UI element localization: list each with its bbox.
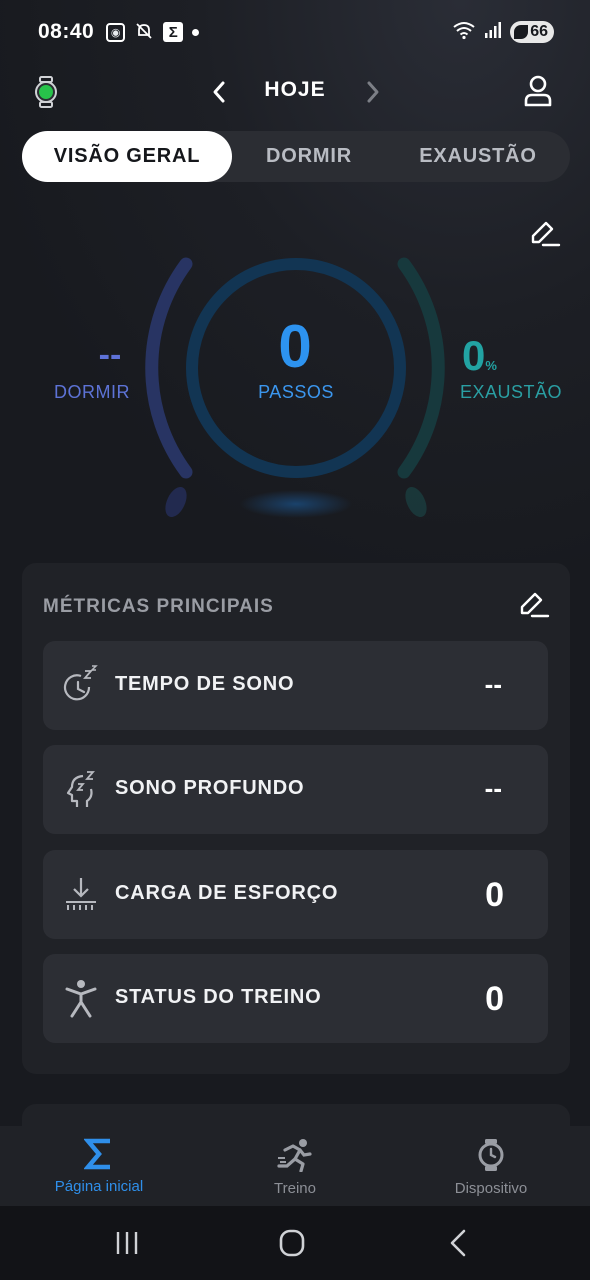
metric-row-sleep-time[interactable]: TEMPO DE SONO -- <box>43 641 548 730</box>
exhaustion-value: 0% <box>462 332 522 380</box>
sleep-label: DORMIR <box>54 382 130 402</box>
metric-label: CARGA DE ESFORÇO <box>115 882 339 904</box>
metric-value: -- <box>484 773 502 803</box>
sleep-value: -- <box>98 336 122 374</box>
chevron-right-icon[interactable] <box>358 74 388 110</box>
wifi-icon <box>452 20 476 45</box>
key-metrics-card: MÉTRICAS PRINCIPAIS TEMPO DE SONO -- SON… <box>22 563 570 1074</box>
status-icons-right: 66 <box>452 20 554 45</box>
dot-icon <box>192 28 200 36</box>
tab-visao-geral[interactable]: VISÃO GERAL <box>22 131 232 182</box>
recent-apps-icon[interactable] <box>108 1228 148 1258</box>
exhaustion-number: 0 <box>462 332 486 379</box>
nav-device[interactable]: Dispositivo <box>416 1134 566 1197</box>
summary-gauge[interactable]: -- DORMIR 0 PASSOS 0% EXAUSTÃO <box>0 240 590 540</box>
bottom-nav: Página inicial Treino Dispositivo <box>0 1126 590 1206</box>
screenshot-icon: ◉ <box>106 22 126 42</box>
metric-value: 0 <box>485 876 504 914</box>
tab-bar: VISÃO GERAL DORMIR EXAUSTÃO <box>22 131 570 182</box>
sleep-clock-icon <box>63 665 99 705</box>
metric-value: 0 <box>485 980 504 1018</box>
effort-load-icon <box>63 874 99 914</box>
tab-dormir[interactable]: DORMIR <box>232 131 386 182</box>
exhaustion-unit: % <box>485 358 497 373</box>
nav-training-label: Treino <box>274 1180 316 1197</box>
watch-device-icon <box>478 1139 504 1171</box>
notifications-off-icon <box>134 21 154 44</box>
header: HOJE <box>0 64 590 120</box>
sigma-home-icon <box>84 1138 110 1170</box>
system-nav-bar <box>0 1206 590 1280</box>
watch-connected-icon[interactable] <box>33 76 59 108</box>
card-title: MÉTRICAS PRINCIPAIS <box>43 596 274 617</box>
nav-home-label: Página inicial <box>54 1178 144 1195</box>
running-icon <box>277 1139 312 1172</box>
battery-level: 66 <box>530 23 548 40</box>
back-icon[interactable] <box>440 1228 480 1258</box>
status-icons-left: ◉ Σ <box>106 21 200 44</box>
home-icon[interactable] <box>272 1228 312 1258</box>
sigma-app-icon: Σ <box>163 22 184 42</box>
status-bar: 08:40 ◉ Σ 66 <box>0 0 590 64</box>
metric-value: -- <box>484 669 502 699</box>
edit-pencil-icon[interactable] <box>518 589 550 621</box>
metric-row-deep-sleep[interactable]: SONO PROFUNDO -- <box>43 745 548 834</box>
tab-exaustao[interactable]: EXAUSTÃO <box>386 131 570 182</box>
status-time: 08:40 <box>38 20 95 43</box>
metric-row-training-status[interactable]: STATUS DO TREINO 0 <box>43 954 548 1043</box>
steps-label: PASSOS <box>258 382 334 402</box>
date-label: HOJE <box>264 78 326 101</box>
metric-row-effort-load[interactable]: CARGA DE ESFORÇO 0 <box>43 850 548 939</box>
battery-icon: 66 <box>510 21 554 43</box>
nav-device-label: Dispositivo <box>454 1180 528 1197</box>
signal-icon <box>484 21 502 44</box>
metric-label: STATUS DO TREINO <box>115 986 322 1008</box>
chevron-left-icon[interactable] <box>204 74 234 110</box>
exhaustion-label: EXAUSTÃO <box>460 382 563 402</box>
nav-training[interactable]: Treino <box>220 1134 370 1197</box>
training-person-icon <box>63 978 99 1018</box>
profile-icon[interactable] <box>522 74 554 108</box>
battery-saver-leaf-icon <box>514 25 529 39</box>
metric-label: TEMPO DE SONO <box>115 673 295 695</box>
deep-sleep-head-icon <box>63 769 99 809</box>
metric-label: SONO PROFUNDO <box>115 777 305 799</box>
steps-value: 0 <box>278 313 312 380</box>
nav-home[interactable]: Página inicial <box>24 1134 174 1195</box>
